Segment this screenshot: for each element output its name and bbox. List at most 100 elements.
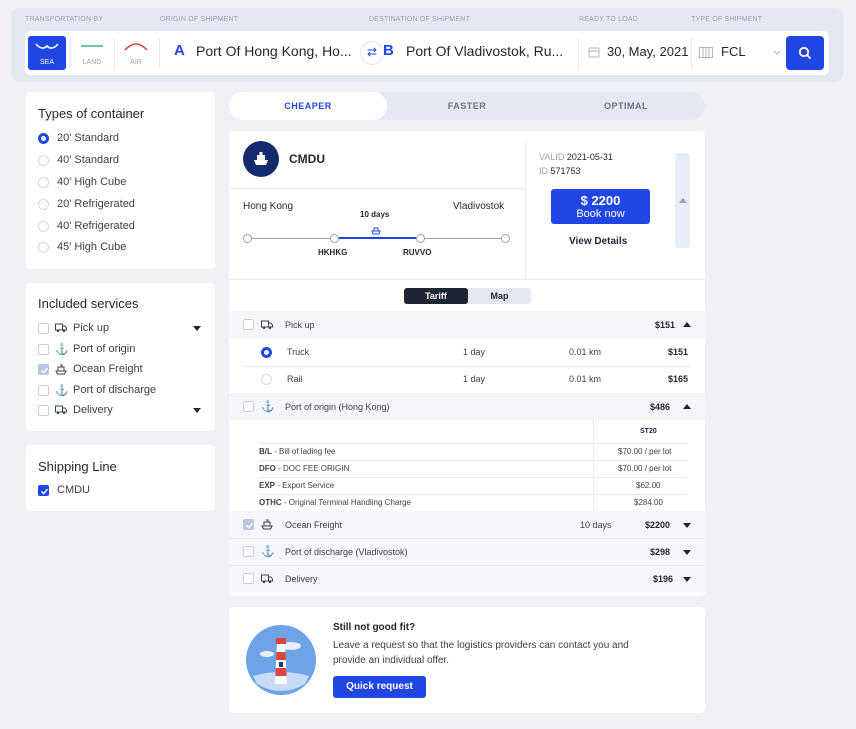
chevron-down-icon[interactable] [193,408,201,413]
valid-date: VALID 2021-05-31 [539,152,613,162]
truck-icon [261,320,273,330]
mode-air-button[interactable]: AIR [117,36,155,70]
tariff-row-ocean-freight[interactable]: Ocean Freight 10 days $2200 [229,511,705,538]
fee-row: EXP - Export Service $62.00 [259,481,661,490]
swap-button[interactable]: ⇄ [360,41,384,65]
date-input[interactable]: 30, May, 2021 [586,31,691,75]
container-types-title: Types of container [38,106,145,121]
tab-cheaper[interactable]: CHEAPER [229,92,387,120]
shipment-type-select[interactable]: FCL [697,31,785,75]
carrier-name: CMDU [289,152,325,166]
scrollbar[interactable] [675,153,690,248]
origin-city: Hong Kong [243,201,294,212]
route-point [501,234,510,243]
chevron-down-icon [773,50,781,55]
swap-icon: ⇄ [366,45,378,59]
checkbox[interactable] [38,323,49,334]
radio[interactable] [38,242,49,253]
wave-icon [35,43,59,49]
search-bar: TRANSPORTATION BY ORIGIN OF SHIPMENT DES… [11,8,843,82]
mode-sea-label: SEA [39,59,54,66]
chevron-up-icon[interactable] [683,404,691,409]
tab-optimal[interactable]: OPTIMAL [547,92,705,120]
fee-row: B/L - Bill of lading fee $70.00 / per lo… [259,447,672,456]
view-details-link[interactable]: View Details [569,236,627,247]
date-value: 30, May, 2021 [607,44,689,59]
ready-label: READY TO LOAD [579,16,639,23]
carrier-logo [243,141,279,177]
chevron-down-icon[interactable] [193,326,201,331]
anchor-icon: ⚓ [55,344,69,356]
radio[interactable] [38,199,49,210]
checkbox[interactable] [243,319,254,330]
shipment-type-value: FCL [721,44,746,59]
checkbox[interactable] [38,405,49,416]
destination-input[interactable]: Port Of Vladivostok, Ru... [406,43,563,59]
checkbox[interactable] [38,344,49,355]
services-title: Included services [38,296,139,311]
request-text-2: provide an individual offer. [333,655,450,666]
truck-icon [55,405,67,415]
type-label: TYPE OF SHIPMENT [691,16,763,23]
tariff-row-port-origin[interactable]: ⚓ Port of origin (Hong Kong) $486 [229,393,705,420]
tariff-map-toggle: Tariff Map [404,288,531,304]
tab-tariff[interactable]: Tariff [404,288,468,304]
ship-icon [371,227,381,235]
anchor-icon: ⚓ [261,401,275,413]
service-pickup[interactable]: Pick up [38,322,203,336]
checkbox[interactable] [243,546,254,557]
search-button[interactable] [786,36,824,70]
request-card: Still not good fit? Leave a request so t… [229,607,705,713]
tab-map[interactable]: Map [468,288,531,304]
chevron-down-icon[interactable] [683,523,691,528]
pickup-option-truck[interactable]: Truck 1 day 0.01 km $151 [229,338,705,366]
shipping-line-title: Shipping Line [38,459,117,474]
lighthouse-illustration [246,625,316,695]
quick-request-button[interactable]: Quick request [333,676,426,698]
radio[interactable] [261,374,272,385]
radio[interactable] [38,155,49,166]
origin-port-code: HKHKG [318,248,348,257]
route-point [330,234,339,243]
tab-faster[interactable]: FASTER [387,92,547,120]
service-delivery[interactable]: Delivery [38,404,203,418]
pickup-option-rail[interactable]: Rail 1 day 0.01 km $165 [229,366,705,393]
origin-input[interactable]: Port Of Hong Kong, Ho... [196,43,352,59]
ship-icon [254,152,268,165]
checkbox-checked[interactable] [38,485,49,496]
transport-label: TRANSPORTATION BY [25,16,104,23]
arc-icon [124,43,148,51]
checkbox-checked[interactable] [243,519,254,530]
book-now-button[interactable]: $ 2200 Book now [551,189,650,224]
search-fields: SEA LAND AIR A Port Of Hong Kong, Ho... … [25,31,829,75]
radio[interactable] [38,221,49,232]
radio-selected[interactable] [38,133,49,144]
chevron-up-icon[interactable] [683,322,691,327]
mode-sea-button[interactable]: SEA [28,36,66,70]
mode-land-button[interactable]: LAND [73,36,111,70]
offer-id: ID 571753 [539,166,581,176]
fee-column-header: ST20 [640,428,657,435]
anchor-icon: ⚓ [55,385,69,397]
radio-selected[interactable] [261,347,272,358]
route-point [243,234,252,243]
ship-icon [55,364,67,375]
destination-city: Vladivostok [453,201,505,212]
chevron-down-icon[interactable] [683,577,691,582]
tariff-row-port-discharge[interactable]: ⚓ Port of discharge (Vladivostok) $298 [229,539,705,565]
request-text-1: Leave a request so that the logistics pr… [333,640,629,651]
fee-row: DFO - DOC FEE ORIGIN $70.00 / per lot [259,464,672,473]
tariff-row-pickup[interactable]: Pick up $151 [229,311,705,338]
checkbox[interactable] [243,401,254,412]
radio[interactable] [38,177,49,188]
checkbox-checked[interactable] [38,364,49,375]
checkbox[interactable] [243,573,254,584]
container-icon [699,47,713,58]
services-panel: Included services Pick up ⚓ Port of orig… [26,283,215,431]
truck-icon [261,574,273,584]
chevron-down-icon[interactable] [683,550,691,555]
search-icon [798,46,812,60]
origin-letter: A [174,42,185,59]
tariff-row-delivery[interactable]: Delivery $196 [229,566,705,592]
checkbox[interactable] [38,385,49,396]
